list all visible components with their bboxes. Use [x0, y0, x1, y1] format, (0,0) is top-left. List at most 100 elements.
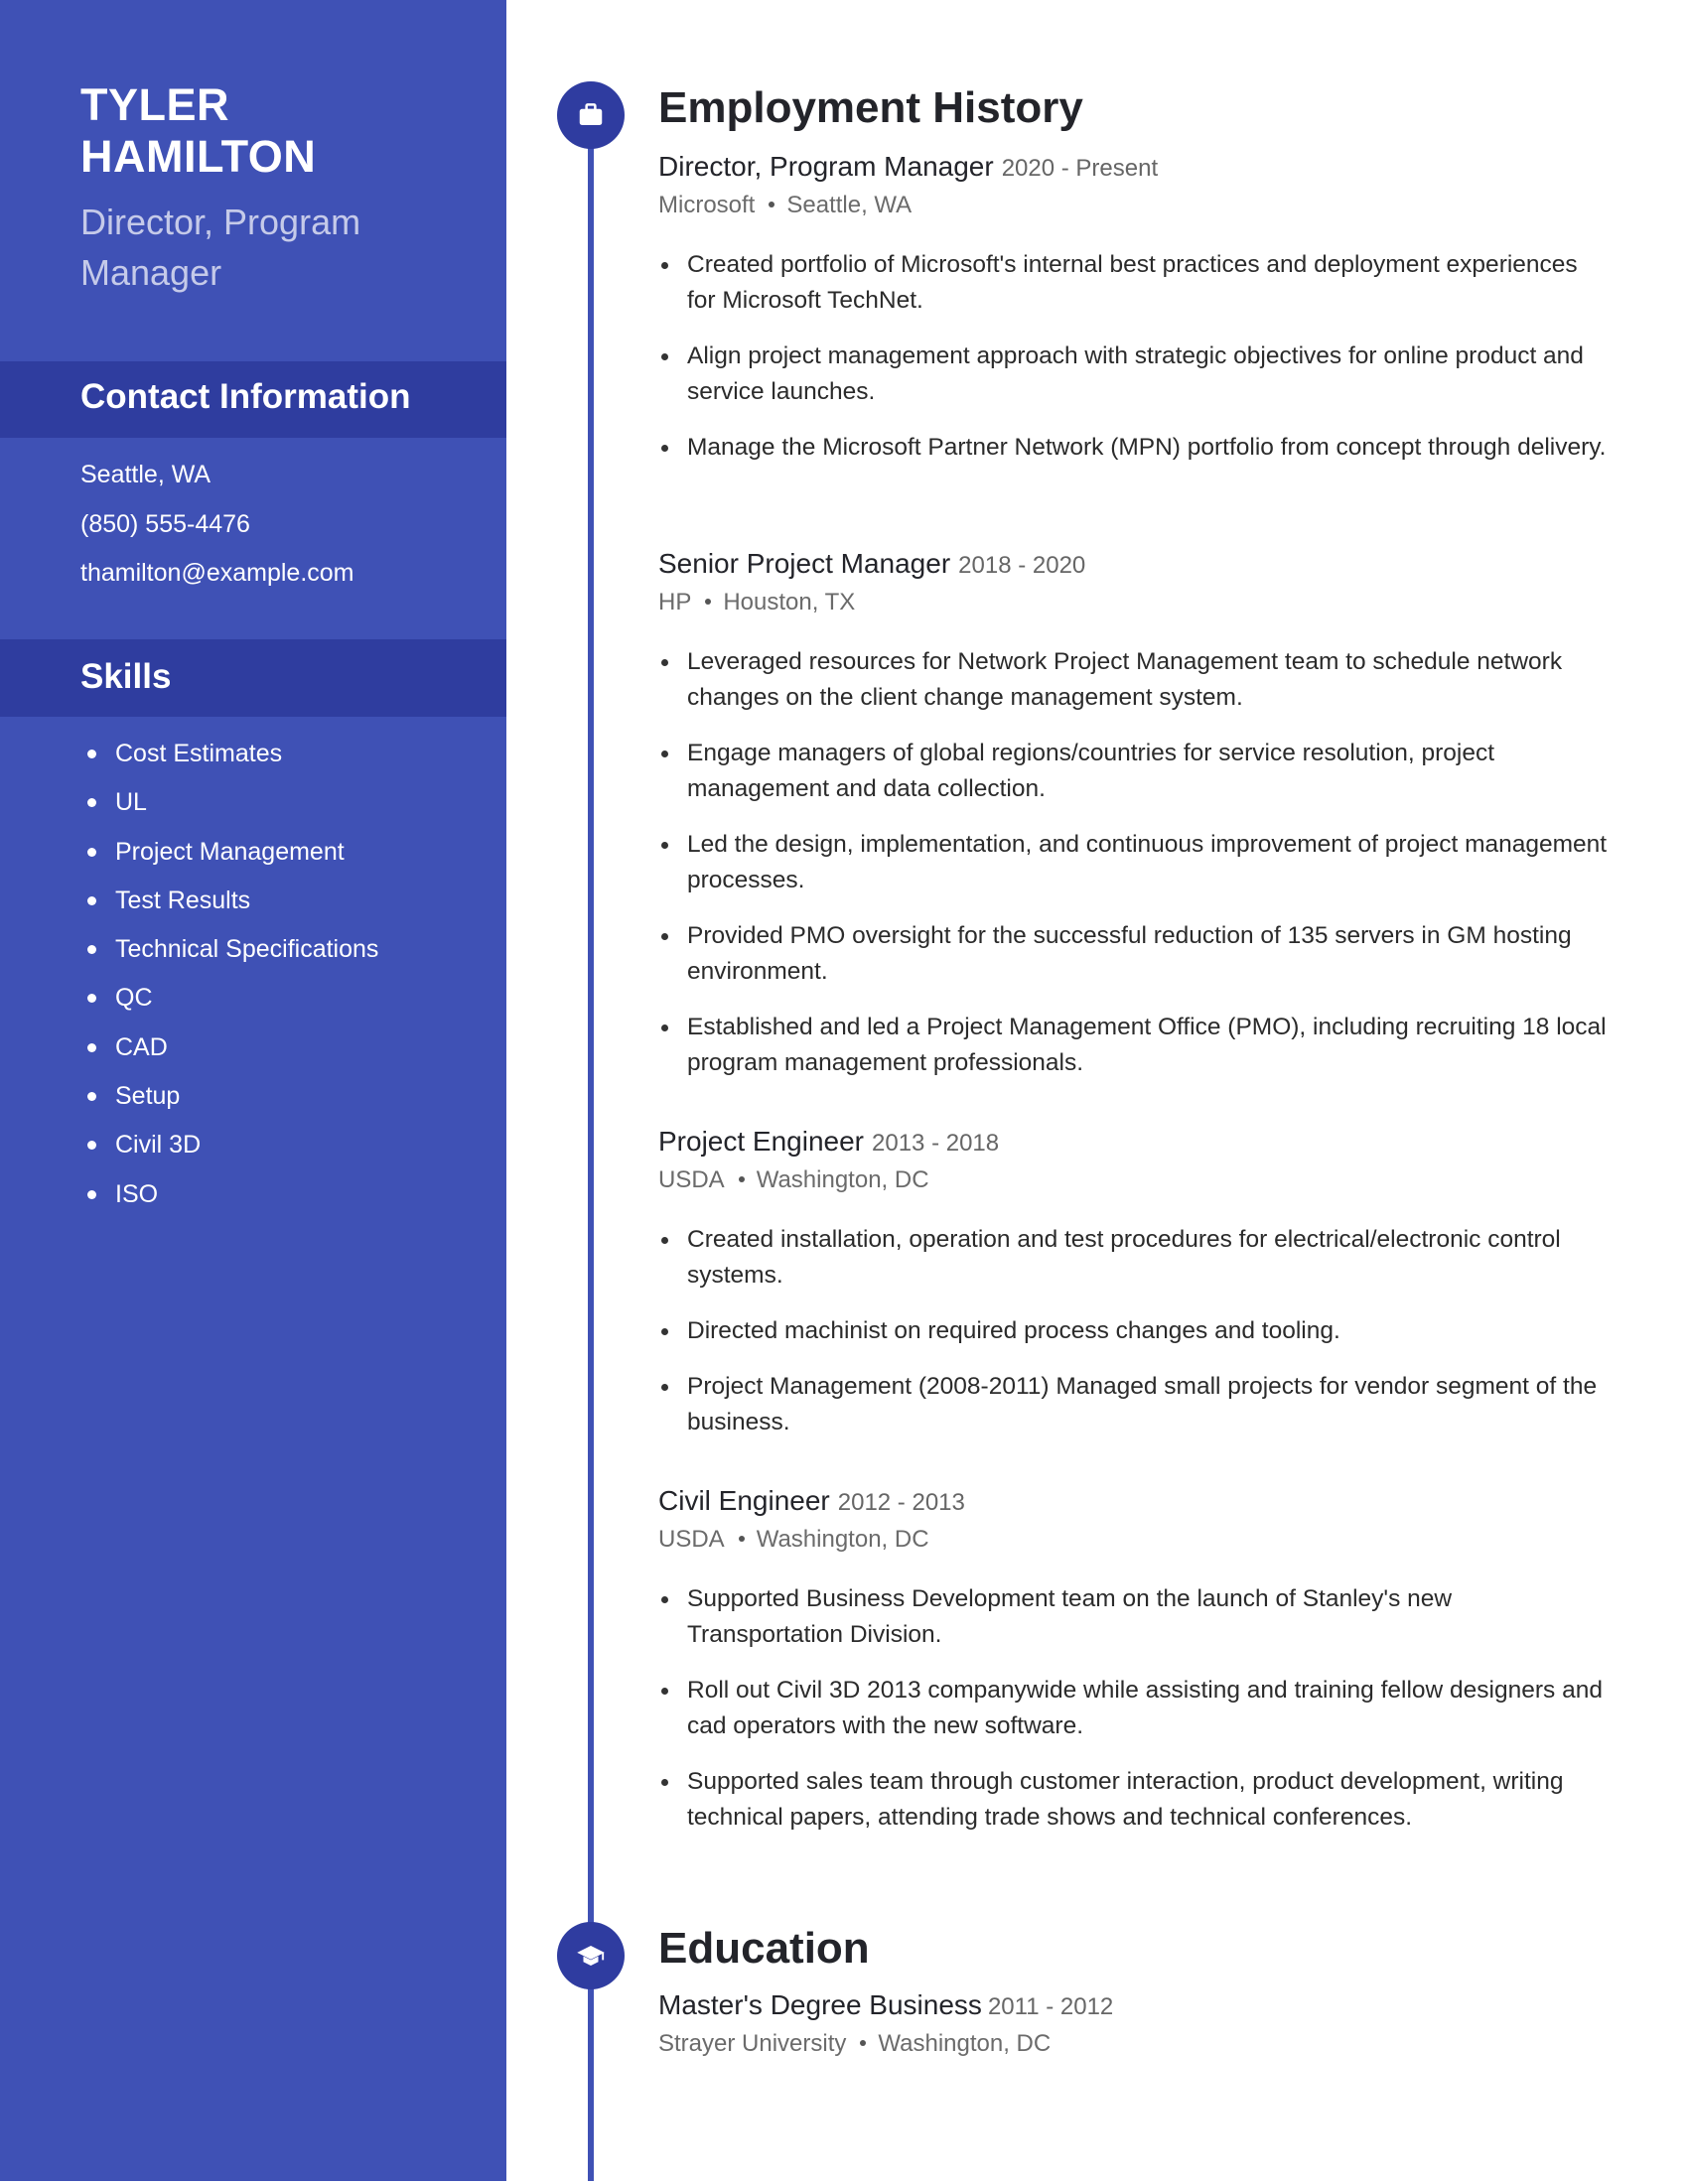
skill-item: Cost Estimates	[80, 735, 378, 783]
skill-item: Setup	[80, 1077, 378, 1126]
job-bullets: Supported Business Development team on t…	[658, 1581, 1612, 1836]
separator-dot-icon	[705, 598, 712, 605]
job-company-location: Microsoft Seattle, WA	[658, 188, 1612, 223]
education-school-location: Strayer University Washington, DC	[658, 2026, 1612, 2062]
bullet-icon	[661, 1237, 668, 1244]
skill-label: UL	[115, 788, 147, 817]
skill-label: Project Management	[115, 837, 345, 866]
bullet-icon	[87, 847, 96, 857]
skill-label: Civil 3D	[115, 1131, 202, 1160]
candidate-title-line2: Manager	[80, 252, 222, 293]
skill-item: QC	[80, 979, 378, 1027]
job-bullet-text: Manage the Microsoft Partner Network (MP…	[687, 434, 1607, 461]
job-bullet: Supported sales team through customer in…	[658, 1764, 1612, 1836]
bullet-icon	[661, 1328, 668, 1335]
job-header: Senior Project Manager 2018 - 2020	[658, 544, 1612, 586]
skill-label: ISO	[115, 1179, 159, 1208]
bullet-icon	[661, 751, 668, 757]
job-bullet-text: Established and led a Project Management…	[687, 1014, 1607, 1076]
separator-dot-icon	[769, 201, 775, 207]
job-header: Project Engineer 2013 - 2018	[658, 1122, 1612, 1163]
skill-label: QC	[115, 984, 153, 1013]
bullet-icon	[87, 895, 96, 905]
job-company-location: USDA Washington, DC	[658, 1162, 1612, 1198]
briefcase-icon	[579, 103, 603, 125]
skill-label: Cost Estimates	[115, 740, 283, 767]
job-entry: Civil Engineer 2012 - 2013 USDA Washington,…	[658, 1481, 1612, 1855]
first-name: TYLER	[80, 79, 230, 130]
skill-label: Test Results	[115, 886, 251, 914]
job-bullet: Roll out Civil 3D 2013 companywide while…	[658, 1673, 1612, 1744]
skills-heading: Skills	[80, 657, 172, 696]
contact-location: Seattle, WA	[80, 461, 211, 488]
job-company-location: USDA Washington, DC	[658, 1522, 1612, 1558]
job-company: USDA	[658, 1166, 725, 1193]
bullet-icon	[661, 1024, 668, 1031]
job-bullet-text: Project Management (2008-2011) Managed s…	[687, 1373, 1598, 1435]
job-bullet-text: Directed machinist on required process c…	[687, 1317, 1340, 1344]
job-company-location: HP Houston, TX	[658, 585, 1612, 620]
bullet-icon	[661, 1384, 668, 1391]
skill-item: UL	[80, 783, 378, 832]
skill-label: Setup	[115, 1082, 181, 1111]
job-bullet-text: Supported Business Development team on t…	[687, 1585, 1453, 1648]
skill-label: CAD	[115, 1032, 168, 1061]
job-bullet: Engage managers of global regions/countr…	[658, 736, 1612, 807]
bullet-icon	[87, 1042, 96, 1052]
bullet-icon	[661, 842, 668, 849]
job-bullets: Leveraged resources for Network Project …	[658, 644, 1612, 1081]
graduation-cap-icon	[577, 1946, 605, 1966]
job-entry: Project Engineer 2013 - 2018 USDA Washingto…	[658, 1122, 1612, 1460]
education-location: Washington, DC	[878, 2030, 1052, 2057]
education-node	[557, 1922, 625, 1989]
bullet-icon	[661, 1596, 668, 1603]
job-bullets: Created portfolio of Microsoft's interna…	[658, 247, 1612, 466]
contact-email[interactable]: thamilton@example.com	[80, 555, 354, 605]
candidate-name: TYLER HAMILTON	[80, 79, 316, 183]
candidate-title: Director, Program Manager	[80, 197, 478, 298]
bullet-icon	[661, 933, 668, 940]
job-bullet-text: Created portfolio of Microsoft's interna…	[687, 251, 1578, 314]
job-bullets: Created installation, operation and test…	[658, 1222, 1612, 1440]
job-company: Microsoft	[658, 192, 756, 218]
job-bullet: Established and led a Project Management…	[658, 1010, 1612, 1081]
sidebar: TYLER HAMILTON Director, Program Manager…	[0, 0, 506, 2181]
contact-list: Seattle, WA (850) 555-4476 thamilton@exa…	[80, 457, 354, 605]
job-location: Washington, DC	[756, 1526, 929, 1553]
education-school: Strayer University	[658, 2030, 847, 2057]
skill-label: Technical Specifications	[115, 935, 379, 964]
job-location: Washington, DC	[756, 1166, 929, 1193]
job-company: USDA	[658, 1526, 725, 1553]
contact-heading-band: Contact Information	[0, 361, 506, 438]
job-bullet: Align project management approach with s…	[658, 339, 1612, 410]
bullet-icon	[661, 262, 668, 269]
job-bullet: Directed machinist on required process c…	[658, 1313, 1612, 1349]
job-entry: Director, Program Manager 2020 - Present M…	[658, 147, 1612, 485]
job-header: Director, Program Manager 2020 - Present	[658, 147, 1612, 189]
bullet-icon	[87, 1189, 96, 1199]
candidate-title-line1: Director, Program	[80, 202, 361, 242]
job-bullet-text: Supported sales team through customer in…	[687, 1768, 1564, 1831]
job-entry: Senior Project Manager 2018 - 2020 HP Houst…	[658, 544, 1612, 1101]
timeline-line	[588, 115, 594, 2181]
job-bullet-text: Engage managers of global regions/countr…	[687, 740, 1495, 802]
job-bullet: Created portfolio of Microsoft's interna…	[658, 247, 1612, 319]
skill-item: Project Management	[80, 833, 378, 882]
job-title: Civil Engineer	[658, 1485, 830, 1516]
education-entry: Master's Degree Business 2011 - 2012 Stray…	[658, 1985, 1612, 2062]
contact-phone[interactable]: (850) 555-4476	[80, 506, 354, 556]
job-bullet: Provided PMO oversight for the successfu…	[658, 918, 1612, 990]
education-degree: Master's Degree Business	[658, 1989, 982, 2020]
job-dates: 2012 - 2013	[837, 1489, 965, 1516]
separator-dot-icon	[860, 2039, 867, 2046]
separator-dot-icon	[738, 1535, 745, 1542]
skill-item: ISO	[80, 1175, 378, 1224]
contact-heading: Contact Information	[80, 377, 411, 416]
education-heading: Education	[658, 1924, 870, 1973]
education-dates: 2011 - 2012	[987, 1993, 1114, 2020]
employment-heading: Employment History	[658, 83, 1083, 132]
bullet-icon	[87, 994, 96, 1004]
job-bullet: Led the design, implementation, and cont…	[658, 827, 1612, 898]
skill-item: Technical Specifications	[80, 930, 378, 979]
job-dates: 2013 - 2018	[872, 1130, 1000, 1157]
